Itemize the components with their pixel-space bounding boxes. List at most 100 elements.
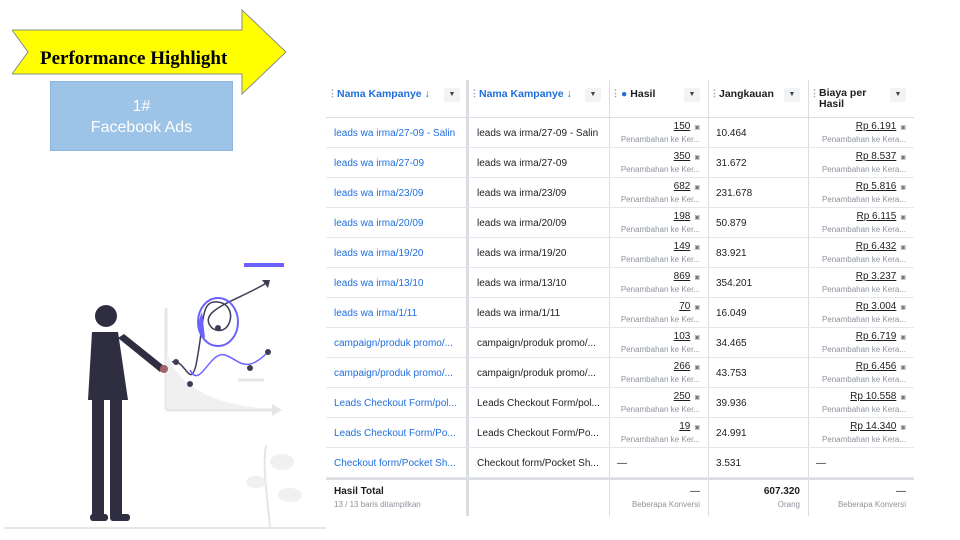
- hasil-cell[interactable]: 350 ▣ Penambahan ke Ker...: [609, 148, 708, 178]
- biaya-value[interactable]: Rp 3.004: [856, 301, 897, 312]
- hasil-cell[interactable]: 150 ▣ Penambahan ke Ker...: [609, 118, 708, 148]
- biaya-cell[interactable]: Rp 10.558 ▣ Penambahan ke Kera...: [808, 388, 914, 418]
- table-row[interactable]: campaign/produk promo/... campaign/produk…: [326, 358, 914, 388]
- drag-handle-icon[interactable]: ⋮: [810, 88, 819, 99]
- info-icon[interactable]: ●: [621, 88, 627, 100]
- biaya-value[interactable]: Rp 6.191: [856, 121, 897, 132]
- hasil-cell[interactable]: 266 ▣ Penambahan ke Ker...: [609, 358, 708, 388]
- hasil-cell[interactable]: 198 ▣ Penambahan ke Ker...: [609, 208, 708, 238]
- hasil-value[interactable]: 19: [679, 421, 690, 432]
- drag-handle-icon[interactable]: ⋮: [328, 88, 337, 99]
- campaign-name-link[interactable]: Checkout form/Pocket Sh...: [326, 448, 466, 478]
- biaya-value[interactable]: Rp 6.432: [856, 241, 897, 252]
- hasil-type: Penambahan ke Ker...: [620, 195, 700, 204]
- header-biaya-per-hasil[interactable]: ⋮ Biaya per Hasil ▼: [808, 80, 914, 118]
- campaign-name-link[interactable]: Leads Checkout Form/Po...: [326, 418, 466, 448]
- biaya-value[interactable]: —: [816, 458, 826, 469]
- hasil-value[interactable]: 150: [674, 121, 691, 132]
- campaign-name-link[interactable]: leads wa irma/20/09: [326, 208, 466, 238]
- person-head: [95, 305, 117, 327]
- header-jangkauan[interactable]: ⋮ Jangkauan ▼: [708, 80, 808, 118]
- biaya-cell[interactable]: Rp 3.237 ▣ Penambahan ke Kera...: [808, 268, 914, 298]
- biaya-cell[interactable]: Rp 3.004 ▣ Penambahan ke Kera...: [808, 298, 914, 328]
- campaign-name-link[interactable]: leads wa irma/1/11: [326, 298, 466, 328]
- table-row[interactable]: Leads Checkout Form/pol... Leads Checkout…: [326, 388, 914, 418]
- hasil-value[interactable]: 682: [674, 181, 691, 192]
- biaya-cell[interactable]: Rp 6.115 ▣ Penambahan ke Kera...: [808, 208, 914, 238]
- campaign-name-link[interactable]: leads wa irma/27-09 - Salin: [326, 118, 466, 148]
- biaya-value[interactable]: Rp 5.816: [856, 181, 897, 192]
- biaya-value[interactable]: Rp 14.340: [850, 421, 896, 432]
- campaign-name-cell: leads wa irma/1/11: [477, 307, 561, 319]
- hasil-value[interactable]: 149: [674, 241, 691, 252]
- drag-handle-icon[interactable]: ⋮: [710, 88, 719, 99]
- biaya-value[interactable]: Rp 3.237: [856, 271, 897, 282]
- hasil-value[interactable]: 250: [674, 391, 691, 402]
- biaya-cell[interactable]: Rp 6.191 ▣ Penambahan ke Kera...: [808, 118, 914, 148]
- table-row[interactable]: Leads Checkout Form/Po... Leads Checkout …: [326, 418, 914, 448]
- campaign-name-link[interactable]: campaign/produk promo/...: [326, 328, 466, 358]
- table-row[interactable]: leads wa irma/1/11 leads wa irma/1/11 70 ▣ P…: [326, 298, 914, 328]
- data-point: [265, 349, 271, 355]
- campaign-name-link[interactable]: leads wa irma/27-09: [326, 148, 466, 178]
- table-row[interactable]: leads wa irma/20/09 leads wa irma/20/09 19…: [326, 208, 914, 238]
- hasil-value[interactable]: 103: [674, 331, 691, 342]
- biaya-type: Penambahan ke Kera...: [821, 165, 906, 174]
- table-row[interactable]: campaign/produk promo/... campaign/produk…: [326, 328, 914, 358]
- hasil-value[interactable]: 266: [674, 361, 691, 372]
- header-hasil[interactable]: ⋮ ● Hasil ▼: [609, 80, 708, 118]
- compare-icon: ▣: [900, 365, 906, 371]
- column-menu-icon[interactable]: ▼: [784, 88, 800, 102]
- biaya-value[interactable]: Rp 6.719: [856, 331, 897, 342]
- biaya-cell[interactable]: Rp 8.537 ▣ Penambahan ke Kera...: [808, 148, 914, 178]
- jangkauan-cell: 24.991: [716, 427, 747, 439]
- campaign-name-link[interactable]: Leads Checkout Form/pol...: [326, 388, 466, 418]
- biaya-cell[interactable]: Rp 14.340 ▣ Penambahan ke Kera...: [808, 418, 914, 448]
- campaign-name-link[interactable]: leads wa irma/19/20: [326, 238, 466, 268]
- biaya-cell[interactable]: Rp 6.456 ▣ Penambahan ke Kera...: [808, 358, 914, 388]
- hasil-cell[interactable]: 250 ▣ Penambahan ke Ker...: [609, 388, 708, 418]
- hasil-value[interactable]: —: [617, 458, 627, 469]
- table-row[interactable]: leads wa irma/27-09 - Salin leads wa irma…: [326, 118, 914, 148]
- drag-handle-icon[interactable]: ⋮: [470, 88, 479, 99]
- column-menu-icon[interactable]: ▼: [585, 88, 601, 102]
- campaign-name-link[interactable]: leads wa irma/23/09: [326, 178, 466, 208]
- table-row[interactable]: Checkout form/Pocket Sh... Checkout form/…: [326, 448, 914, 478]
- biaya-cell[interactable]: Rp 5.816 ▣ Penambahan ke Kera...: [808, 178, 914, 208]
- hasil-cell[interactable]: 70 ▣ Penambahan ke Ker...: [609, 298, 708, 328]
- hasil-value[interactable]: 198: [674, 211, 691, 222]
- campaign-name-link[interactable]: leads wa irma/13/10: [326, 268, 466, 298]
- compare-icon: ▣: [694, 425, 700, 431]
- compare-icon: ▣: [694, 275, 700, 281]
- jangkauan-cell: 231.678: [716, 187, 753, 199]
- hasil-cell[interactable]: 19 ▣ Penambahan ke Ker...: [609, 418, 708, 448]
- table-row[interactable]: leads wa irma/23/09 leads wa irma/23/09 68…: [326, 178, 914, 208]
- header-nama-kampanye-2[interactable]: ⋮ Nama Kampanye ↓ ▼: [468, 80, 609, 118]
- hasil-cell[interactable]: 149 ▣ Penambahan ke Ker...: [609, 238, 708, 268]
- header-nama-kampanye-1[interactable]: ⋮ Nama Kampanye ↓ ▼: [326, 80, 468, 118]
- hasil-value[interactable]: 70: [679, 301, 690, 312]
- hasil-cell[interactable]: 682 ▣ Penambahan ke Ker...: [609, 178, 708, 208]
- hasil-cell[interactable]: —: [609, 448, 708, 478]
- biaya-value[interactable]: Rp 6.456: [856, 361, 897, 372]
- table-row[interactable]: leads wa irma/13/10 leads wa irma/13/10 86…: [326, 268, 914, 298]
- column-menu-icon[interactable]: ▼: [890, 88, 906, 102]
- facebook-ads-box: 1# Facebook Ads: [50, 81, 233, 151]
- biaya-cell[interactable]: Rp 6.719 ▣ Penambahan ke Kera...: [808, 328, 914, 358]
- hasil-value[interactable]: 350: [674, 151, 691, 162]
- table-row[interactable]: leads wa irma/27-09 leads wa irma/27-09 35…: [326, 148, 914, 178]
- biaya-value[interactable]: Rp 8.537: [856, 151, 897, 162]
- biaya-value[interactable]: Rp 6.115: [856, 211, 896, 222]
- column-menu-icon[interactable]: ▼: [684, 88, 700, 102]
- campaign-name-link[interactable]: campaign/produk promo/...: [326, 358, 466, 388]
- hasil-cell[interactable]: 103 ▣ Penambahan ke Ker...: [609, 328, 708, 358]
- biaya-cell[interactable]: —: [808, 448, 914, 478]
- biaya-value[interactable]: Rp 10.558: [850, 391, 896, 402]
- hasil-value[interactable]: 869: [674, 271, 691, 282]
- drag-handle-icon[interactable]: ⋮: [611, 88, 620, 99]
- column-menu-icon[interactable]: ▼: [444, 88, 460, 102]
- biaya-type: Penambahan ke Kera...: [821, 285, 906, 294]
- table-row[interactable]: leads wa irma/19/20 leads wa irma/19/20 14…: [326, 238, 914, 268]
- biaya-cell[interactable]: Rp 6.432 ▣ Penambahan ke Kera...: [808, 238, 914, 268]
- hasil-cell[interactable]: 869 ▣ Penambahan ke Ker...: [609, 268, 708, 298]
